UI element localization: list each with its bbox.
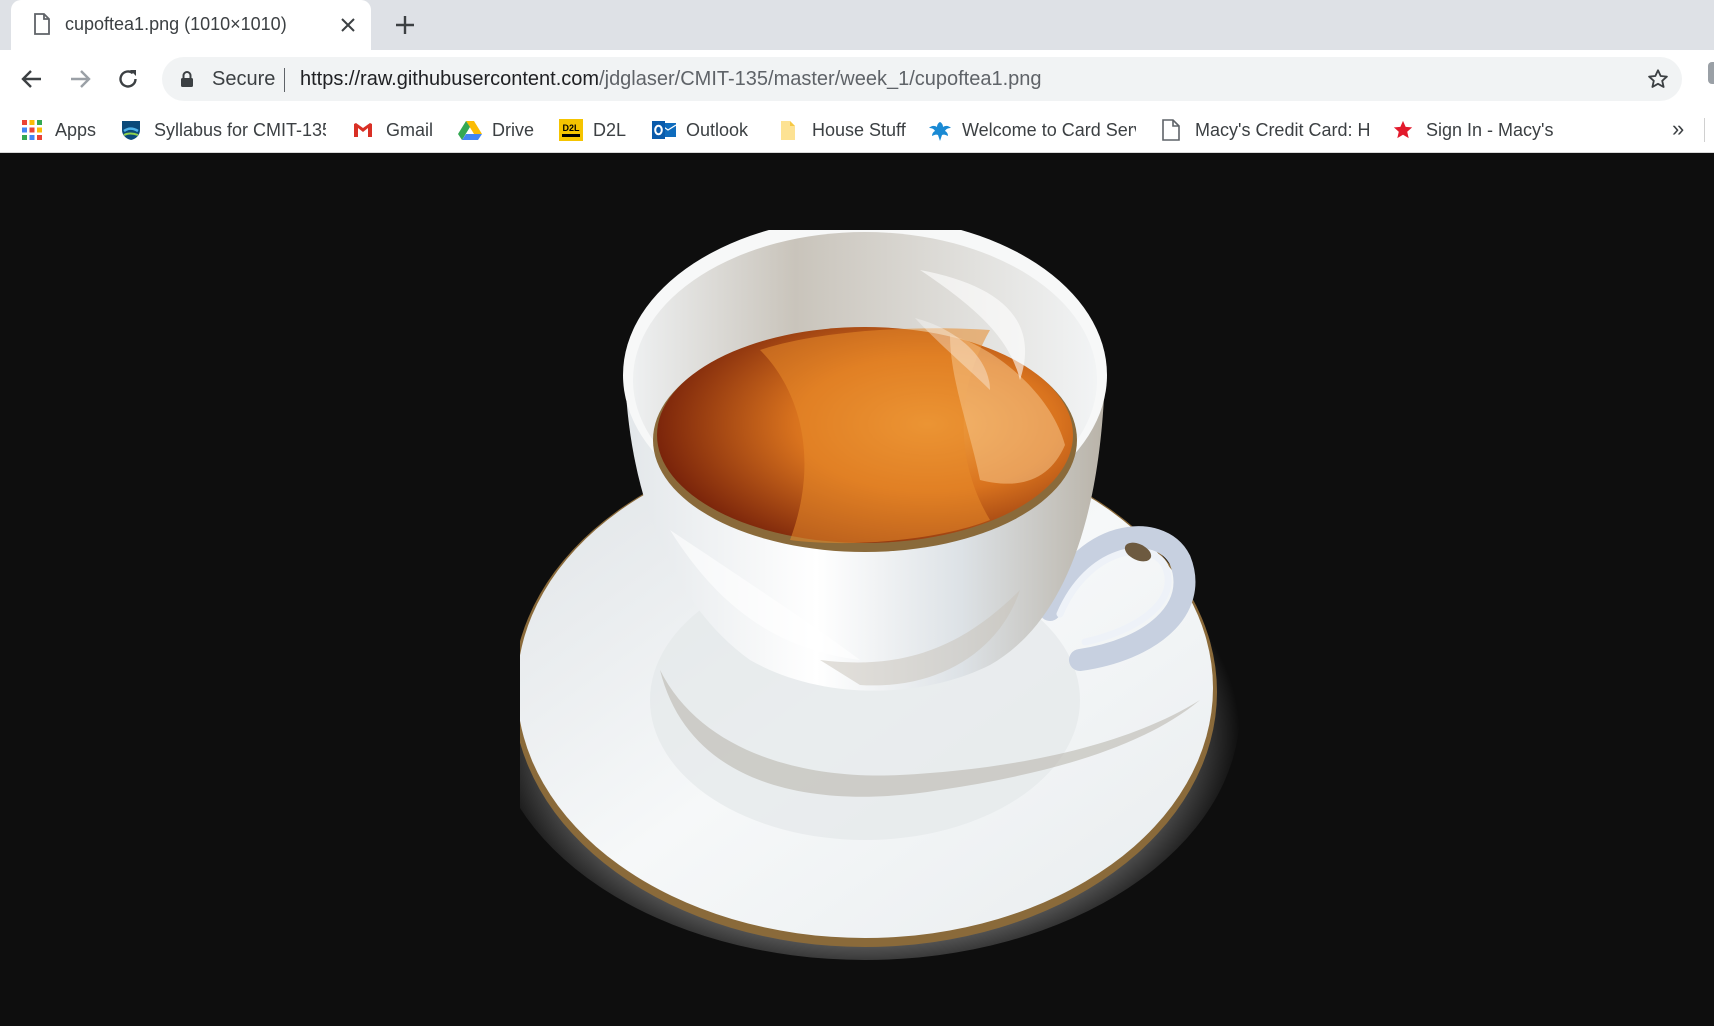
bookmark-label: Macy's Credit Card: Home bbox=[1195, 119, 1369, 140]
bookmarks-bar: Apps Syllabus for CMIT-135 Gmail Drive D… bbox=[0, 108, 1714, 153]
toolbar: Secure https://raw.githubusercontent.com… bbox=[0, 50, 1714, 108]
bookmark-label: Sign In - Macy's bbox=[1426, 119, 1554, 140]
new-tab-button[interactable] bbox=[391, 11, 419, 39]
bookmark-macys-credit-card[interactable]: Macy's Credit Card: Home bbox=[1161, 108, 1369, 152]
school-shield-icon bbox=[120, 119, 142, 141]
star-icon[interactable] bbox=[1646, 67, 1670, 91]
bookmark-label: Gmail bbox=[386, 119, 434, 140]
barclays-eagle-icon bbox=[928, 119, 951, 141]
bookmark-label: Apps bbox=[55, 119, 97, 140]
active-tab[interactable]: cupoftea1.png (1010×1010) bbox=[11, 0, 371, 50]
bookmark-label: Drive bbox=[492, 119, 535, 140]
image-viewer bbox=[0, 153, 1714, 1026]
bookmark-label: Syllabus for CMIT-135 bbox=[154, 119, 326, 140]
svg-text:D2L: D2L bbox=[562, 123, 580, 133]
bookmark-card-services[interactable]: Welcome to Card Services bbox=[928, 108, 1136, 152]
url-text[interactable]: https://raw.githubusercontent.com/jdglas… bbox=[300, 68, 1042, 91]
divider bbox=[284, 68, 285, 92]
outlook-icon bbox=[652, 119, 677, 141]
extension-icon[interactable] bbox=[1708, 62, 1714, 84]
bookmark-label: Welcome to Card Services bbox=[962, 119, 1136, 140]
divider bbox=[1704, 118, 1705, 142]
bookmark-label: House Stuff bbox=[812, 119, 906, 140]
bookmark-d2l[interactable]: D2L D2L bbox=[559, 108, 631, 152]
tab-title: cupoftea1.png (1010×1010) bbox=[65, 14, 287, 34]
page-icon bbox=[33, 13, 51, 35]
bookmarks-overflow-button[interactable]: » bbox=[1672, 116, 1684, 142]
bookmark-label: Outlook bbox=[686, 119, 749, 140]
drive-icon bbox=[458, 119, 482, 141]
bookmark-apps[interactable]: Apps bbox=[21, 108, 111, 152]
gmail-icon bbox=[352, 119, 374, 141]
bookmark-syllabus[interactable]: Syllabus for CMIT-135 bbox=[120, 108, 326, 152]
bookmark-house-stuff[interactable]: House Stuff bbox=[778, 108, 908, 152]
address-bar[interactable]: Secure https://raw.githubusercontent.com… bbox=[162, 57, 1682, 101]
teacup-image bbox=[520, 230, 1240, 960]
forward-arrow-icon[interactable] bbox=[65, 64, 95, 94]
page-icon bbox=[1161, 119, 1183, 141]
bookmark-macys-sign-in[interactable]: Sign In - Macy's bbox=[1392, 108, 1572, 152]
close-icon[interactable] bbox=[335, 12, 361, 38]
bookmark-outlook[interactable]: Outlook bbox=[652, 108, 758, 152]
lock-icon[interactable] bbox=[180, 70, 194, 93]
apps-grid-icon bbox=[21, 119, 43, 141]
back-arrow-icon[interactable] bbox=[17, 64, 47, 94]
d2l-icon: D2L bbox=[559, 119, 583, 141]
macys-star-icon bbox=[1392, 119, 1414, 141]
bookmark-drive[interactable]: Drive bbox=[458, 108, 540, 152]
url-host: https://raw.githubusercontent.com bbox=[300, 68, 600, 90]
tab-strip: cupoftea1.png (1010×1010) bbox=[0, 0, 1714, 50]
url-path: /jdglaser/CMIT-135/master/week_1/cupofte… bbox=[599, 68, 1042, 90]
security-label: Secure bbox=[212, 68, 276, 90]
reload-icon[interactable] bbox=[113, 64, 143, 94]
folder-icon bbox=[778, 119, 800, 141]
bookmark-label: D2L bbox=[593, 119, 627, 140]
bookmark-gmail[interactable]: Gmail bbox=[352, 108, 442, 152]
